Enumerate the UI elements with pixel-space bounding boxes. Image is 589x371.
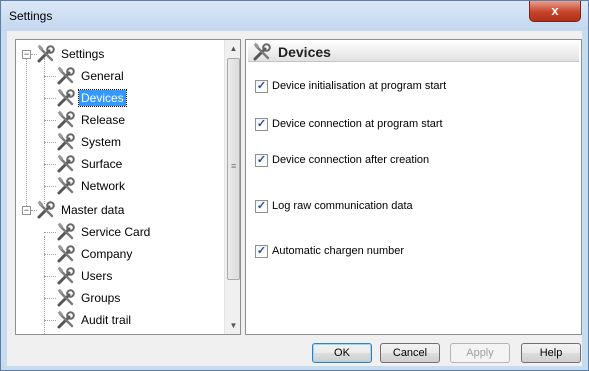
tree-item-company[interactable]: Company	[56, 243, 134, 265]
tree-item-label: Service Card	[81, 225, 151, 239]
expander-master-data[interactable]: −	[22, 206, 31, 215]
checkbox[interactable]: ✓	[255, 153, 268, 167]
tree-item-label: Audit trail	[81, 313, 132, 327]
close-button[interactable]: x	[529, 1, 581, 22]
option-label: Log raw communication data	[272, 200, 413, 212]
tools-icon	[56, 154, 76, 174]
option-label: Device connection after creation	[272, 154, 430, 166]
tools-icon	[56, 244, 76, 264]
tree-item-surface[interactable]: Surface	[56, 153, 124, 175]
tree-item-general[interactable]: General	[56, 65, 126, 87]
panel-header: Devices	[248, 42, 579, 62]
tree-item-release[interactable]: Release	[56, 109, 127, 131]
tree-item-audit-trail[interactable]: Audit trail	[56, 309, 133, 331]
option-device-initialisation[interactable]: ✓ Device initialisation at program start	[255, 78, 446, 94]
tree-item-label: Master data	[61, 203, 125, 217]
help-button[interactable]: Help	[521, 343, 581, 363]
tree-item-label: Users	[81, 269, 113, 283]
option-device-connection-start[interactable]: ✓ Device connection at program start	[255, 116, 443, 132]
title-bar[interactable]: Settings x	[1, 1, 588, 31]
tree-item-label: Network	[81, 179, 126, 193]
tree-connector	[44, 120, 56, 121]
tools-icon	[56, 88, 76, 108]
tree-connector	[44, 58, 45, 204]
tree-item-settings[interactable]: Settings	[36, 43, 106, 65]
scroll-thumb[interactable]: ≡	[227, 58, 240, 280]
tools-icon	[56, 222, 76, 242]
panel-title: Devices	[278, 43, 331, 60]
tree-connector	[44, 232, 56, 233]
tools-icon	[56, 176, 76, 196]
expander-settings[interactable]: −	[22, 50, 31, 59]
tree-connector	[44, 186, 56, 187]
tools-icon	[36, 44, 56, 64]
option-device-connection-creation[interactable]: ✓ Device connection after creation	[255, 152, 429, 168]
apply-button[interactable]: Apply	[450, 343, 510, 363]
checkbox[interactable]: ✓	[255, 244, 268, 258]
tree-item-label-selected: Devices	[78, 89, 127, 107]
tree-item-label: System	[81, 135, 122, 149]
tree-item-network[interactable]: Network	[56, 175, 127, 197]
option-log-raw-data[interactable]: ✓ Log raw communication data	[255, 198, 413, 214]
tools-icon	[56, 66, 76, 86]
option-label: Device initialisation at program start	[272, 80, 447, 92]
checkbox[interactable]: ✓	[255, 79, 268, 93]
checkbox[interactable]: ✓	[255, 117, 268, 131]
settings-window: Settings x − Settings General Devices Re…	[0, 0, 589, 371]
checkbox[interactable]: ✓	[255, 199, 268, 213]
settings-tree: − Settings General Devices Release Syste…	[15, 39, 241, 335]
tree-scrollbar[interactable]: ▲ ≡ ▼	[224, 40, 240, 334]
window-title: Settings	[9, 9, 53, 23]
tree-connector	[44, 76, 56, 77]
tools-icon	[56, 310, 76, 330]
tree-connector	[44, 276, 56, 277]
dialog-body: − Settings General Devices Release Syste…	[7, 31, 582, 366]
tree-connector	[44, 254, 56, 255]
tree-item-label: Company	[81, 247, 133, 261]
scroll-up-icon[interactable]: ▲	[225, 40, 240, 57]
tree-item-label: Settings	[61, 47, 105, 61]
option-automatic-chargen[interactable]: ✓ Automatic chargen number	[255, 243, 404, 259]
tools-icon	[56, 132, 76, 152]
tree-item-master-data[interactable]: Master data	[36, 199, 126, 221]
tree-connector	[44, 320, 56, 321]
tree-item-label: General	[81, 69, 124, 83]
tree-item-users[interactable]: Users	[56, 265, 114, 287]
tree-item-groups[interactable]: Groups	[56, 287, 122, 309]
tree-connector	[44, 298, 56, 299]
tree-connector	[44, 164, 56, 165]
devices-panel: Devices ✓ Device initialisation at progr…	[245, 39, 582, 335]
tree-item-system[interactable]: System	[56, 131, 123, 153]
tree-item-label: Surface	[81, 157, 123, 171]
tree-item-devices[interactable]: Devices	[56, 87, 127, 109]
grip-icon: ≡	[231, 161, 237, 171]
tree-item-service-card[interactable]: Service Card	[56, 221, 152, 243]
scroll-down-icon[interactable]: ▼	[225, 317, 240, 334]
option-label: Device connection at program start	[272, 118, 443, 130]
tools-icon	[56, 288, 76, 308]
tree-item-label: Release	[81, 113, 126, 127]
tree-connector	[44, 98, 56, 99]
tree-item-label: Groups	[81, 291, 121, 305]
option-label: Automatic chargen number	[272, 245, 405, 257]
tree-connector	[44, 142, 56, 143]
tools-icon	[36, 200, 56, 220]
ok-button[interactable]: OK	[312, 343, 372, 363]
cancel-button[interactable]: Cancel	[380, 343, 440, 363]
tools-icon	[252, 42, 272, 62]
tools-icon	[56, 266, 76, 286]
tools-icon	[56, 110, 76, 130]
tree-connector	[26, 58, 27, 214]
